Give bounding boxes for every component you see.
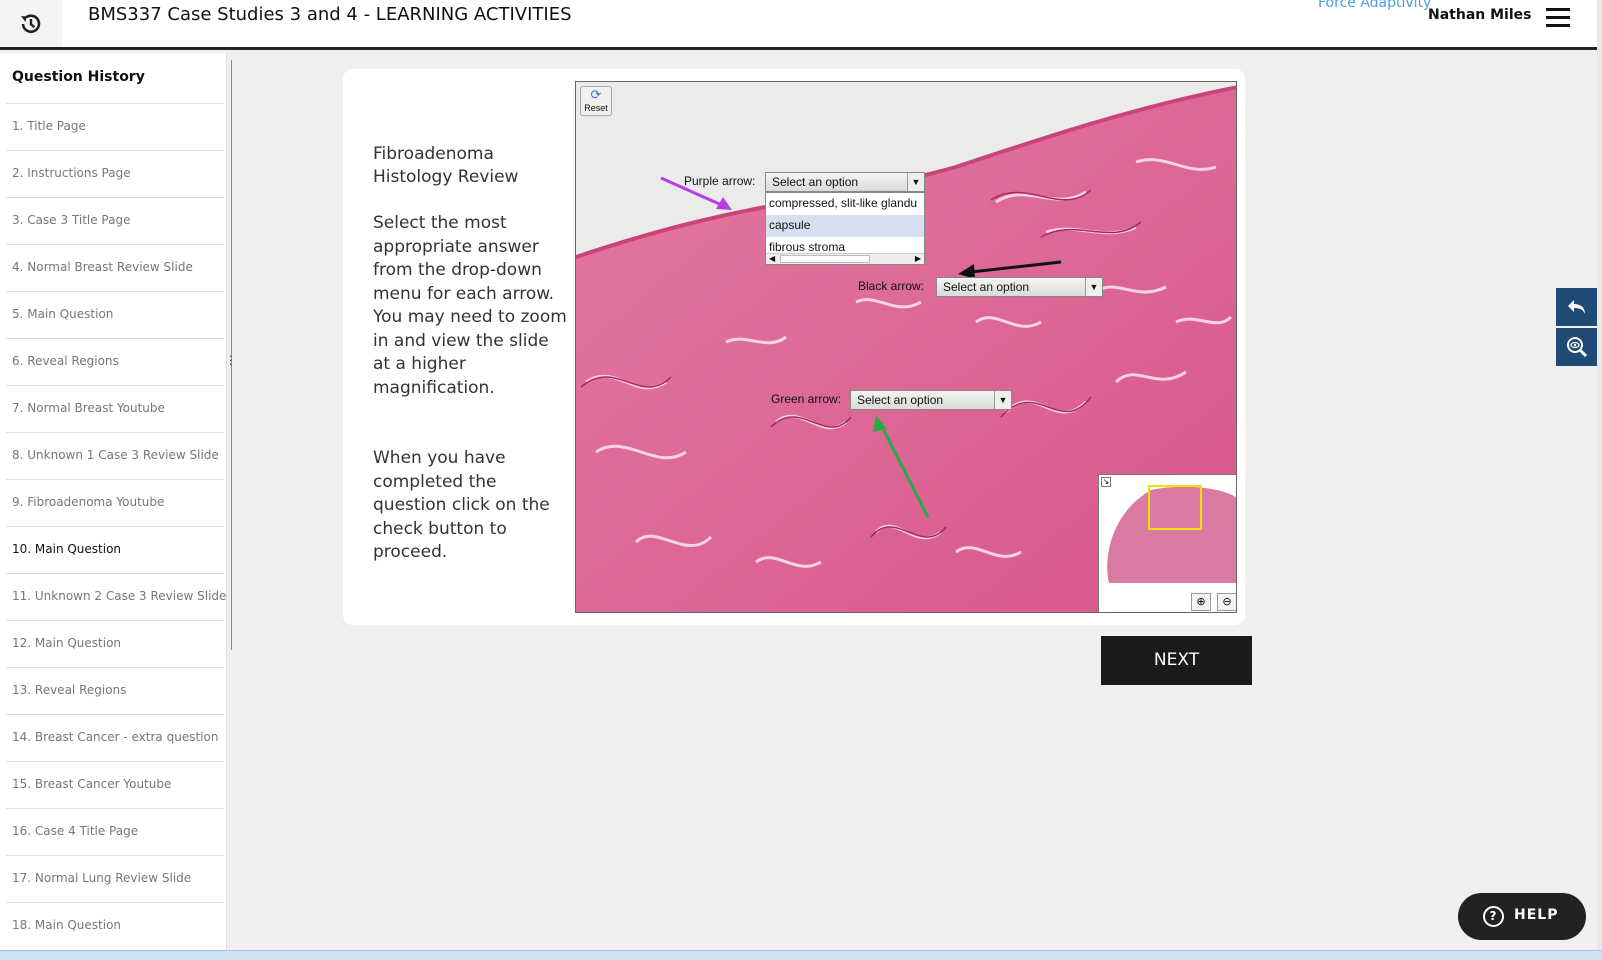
reset-view-button[interactable]: ⟳ Reset: [580, 86, 612, 116]
black-arrow-select[interactable]: Select an option ▼: [936, 277, 1103, 297]
dropdown-horizontal-scrollbar[interactable]: ◀ ▶: [766, 253, 924, 264]
force-adaptivity-link[interactable]: Force Adaptivity: [1318, 0, 1431, 11]
sidebar-item-active[interactable]: 10. Main Question: [6, 526, 224, 573]
sidebar-item[interactable]: 18. Main Question: [6, 902, 224, 949]
top-header: BMS337 Case Studies 3 and 4 - LEARNING A…: [0, 0, 1602, 50]
purple-arrow-label: Purple arrow:: [684, 174, 756, 188]
chevron-down-icon: ▼: [994, 391, 1011, 409]
sidebar-item[interactable]: 14. Breast Cancer - extra question: [6, 714, 224, 761]
zoom-view-button[interactable]: [1556, 328, 1597, 366]
zoom-in-icon[interactable]: ⊕: [1191, 593, 1211, 611]
sidebar-item[interactable]: 6. Reveal Regions: [6, 338, 224, 385]
sidebar-item[interactable]: 9. Fibroadenoma Youtube: [6, 479, 224, 526]
magnifier-eye-icon: [1566, 337, 1587, 358]
reset-label: Reset: [584, 103, 608, 113]
sidebar-list: 1. Title Page 2. Instructions Page 3. Ca…: [6, 103, 226, 949]
sidebar-item[interactable]: 17. Normal Lung Review Slide: [6, 855, 224, 902]
page-title: BMS337 Case Studies 3 and 4 - LEARNING A…: [88, 4, 572, 25]
side-toolbar: [1556, 288, 1597, 368]
purple-arrow-select-value: Select an option: [772, 175, 859, 189]
sidebar-item[interactable]: 13. Reveal Regions: [6, 667, 224, 714]
sidebar-item[interactable]: 3. Case 3 Title Page: [6, 197, 224, 244]
help-label: HELP: [1514, 907, 1559, 923]
sidebar-item[interactable]: 8. Unknown 1 Case 3 Review Slide: [6, 432, 224, 479]
sidebar-item[interactable]: 16. Case 4 Title Page: [6, 808, 224, 855]
black-arrow-label: Black arrow:: [858, 279, 925, 293]
sidebar-title: Question History: [12, 69, 145, 85]
dropdown-option[interactable]: compressed, slit-like glandu: [766, 193, 924, 215]
purple-arrow-select[interactable]: Select an option ▼: [765, 172, 925, 192]
sidebar-item[interactable]: 15. Breast Cancer Youtube: [6, 761, 224, 808]
sidebar-item[interactable]: 4. Normal Breast Review Slide: [6, 244, 224, 291]
question-history-button[interactable]: [0, 0, 62, 47]
question-mark-icon: ?: [1483, 906, 1504, 927]
sidebar-item[interactable]: 12. Main Question: [6, 620, 224, 667]
refresh-icon: ⟳: [590, 87, 602, 102]
minimap-thumbnail[interactable]: [1099, 478, 1237, 590]
user-name[interactable]: Nathan Miles: [1428, 7, 1531, 23]
zoom-out-icon[interactable]: ⊖: [1217, 593, 1236, 611]
green-arrow-select-value: Select an option: [857, 393, 944, 407]
window-scrollbar[interactable]: [1597, 0, 1602, 960]
dropdown-option-highlighted[interactable]: capsule: [766, 215, 924, 237]
hamburger-menu-icon[interactable]: [1546, 8, 1570, 28]
scrollbar-thumb[interactable]: [780, 255, 870, 263]
sidebar-item[interactable]: 7. Normal Breast Youtube: [6, 385, 224, 432]
green-arrow-select[interactable]: Select an option ▼: [850, 390, 1012, 410]
sidebar-item[interactable]: 11. Unknown 2 Case 3 Review Slide: [6, 573, 226, 620]
chevron-down-icon: ▼: [1085, 278, 1102, 296]
help-button[interactable]: ? HELP: [1458, 893, 1586, 940]
sidebar-item[interactable]: 2. Instructions Page: [6, 150, 224, 197]
scroll-right-icon[interactable]: ▶: [915, 254, 921, 263]
question-heading: Fibroadenoma Histology Review: [373, 144, 519, 187]
question-instructions: Select the most appropriate answer from …: [373, 213, 567, 398]
slide-overview-minimap[interactable]: ↘ ⊕ ⊖: [1098, 474, 1237, 612]
history-icon: [21, 13, 41, 33]
chevron-down-icon: ▼: [907, 173, 924, 191]
next-button[interactable]: NEXT: [1101, 636, 1252, 685]
sidebar-item[interactable]: 1. Title Page: [6, 103, 224, 150]
undo-button[interactable]: [1556, 288, 1597, 326]
drag-handle-icon[interactable]: · · ·: [229, 351, 233, 370]
scroll-left-icon[interactable]: ◀: [769, 254, 775, 263]
green-arrow-label: Green arrow:: [771, 392, 842, 406]
question-history-sidebar: Question History 1. Title Page 2. Instru…: [0, 53, 227, 950]
slide-viewer[interactable]: ⟳ Reset Purple arrow: Select an option ▼…: [575, 81, 1237, 613]
undo-icon: [1567, 300, 1585, 314]
completion-instructions: When you have completed the question cli…: [373, 448, 550, 562]
bottom-status-bar: [0, 950, 1602, 960]
sidebar-item[interactable]: 5. Main Question: [6, 291, 224, 338]
black-arrow-select-value: Select an option: [943, 280, 1030, 294]
purple-arrow-dropdown-list[interactable]: compressed, slit-like glandu capsule fib…: [765, 192, 925, 265]
